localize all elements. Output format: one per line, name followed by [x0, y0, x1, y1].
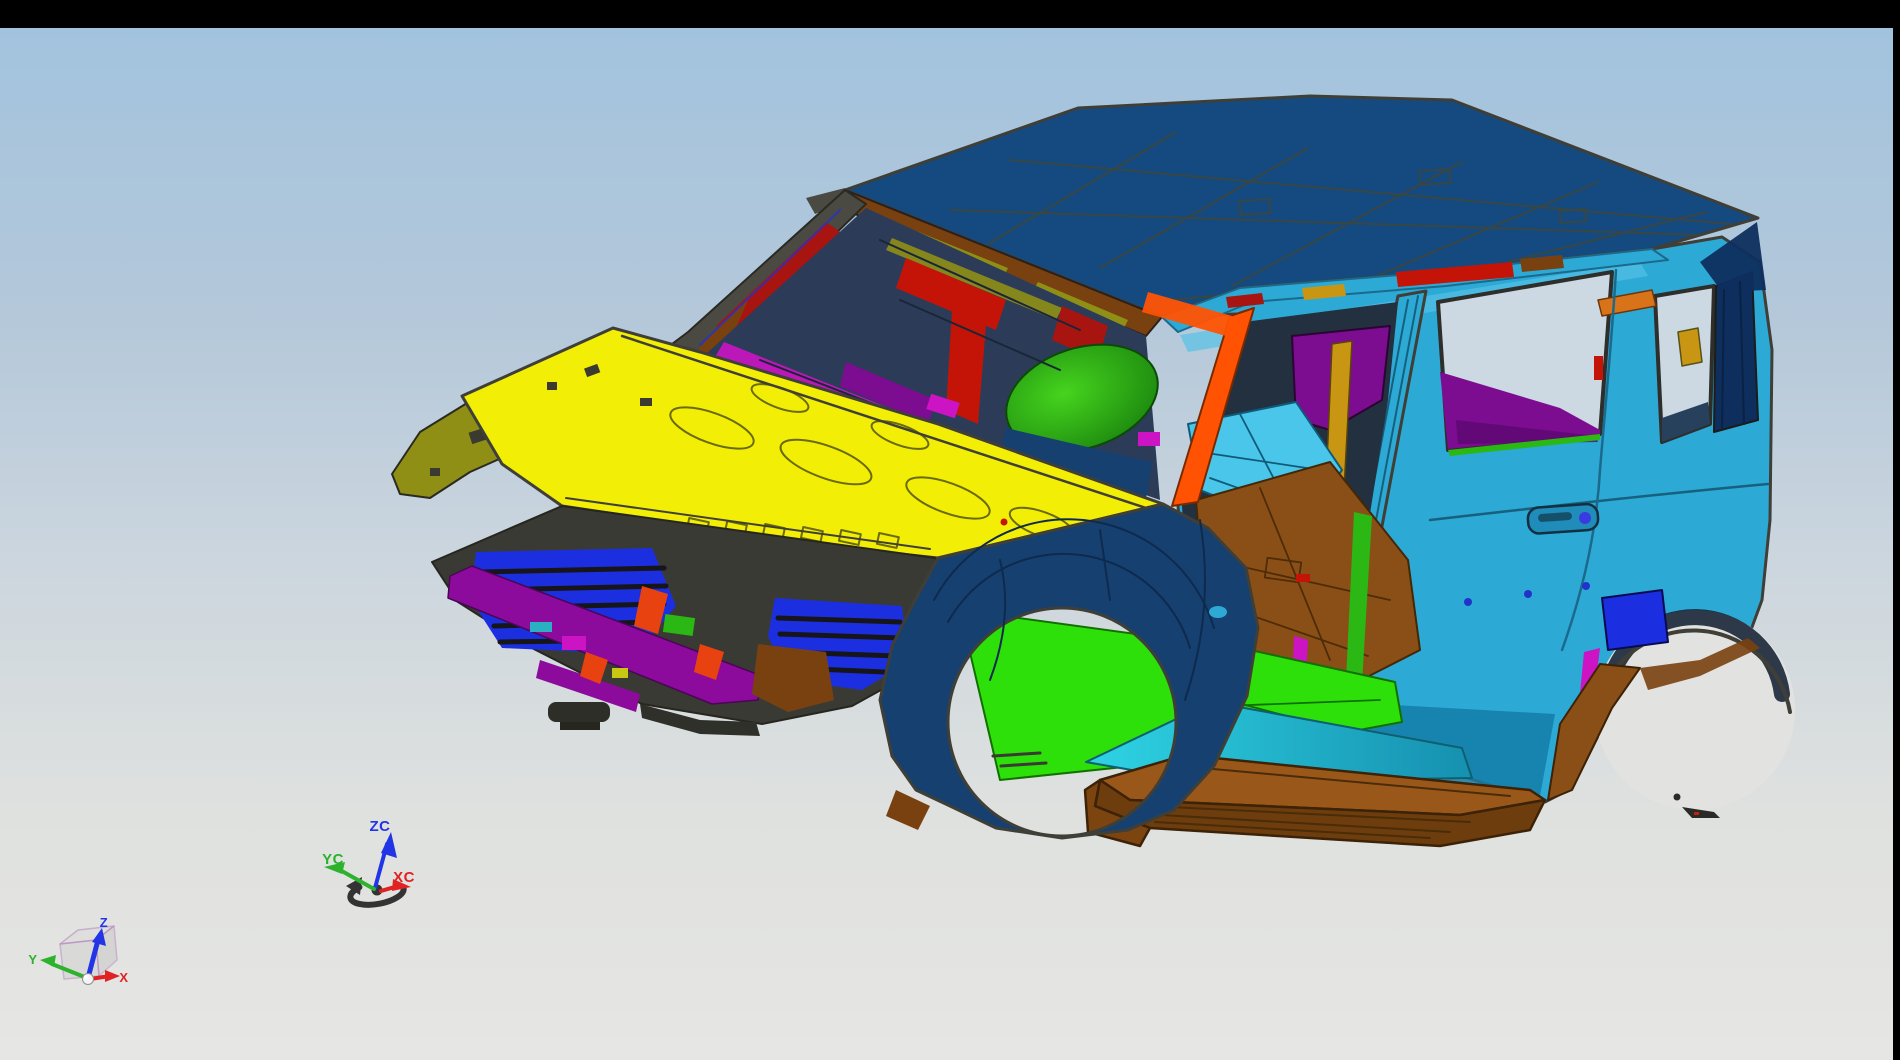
app-window: ZC YC XC Z [0, 0, 1900, 1060]
wcs-y-label: YC [322, 851, 344, 868]
csys-origin-sphere [83, 974, 94, 985]
tow-hook-step [560, 722, 600, 730]
abs-z-label: Z [100, 915, 108, 930]
front-cyan-bit [530, 622, 552, 632]
csys-origin-highlight [84, 975, 88, 979]
tow-hook [548, 702, 610, 722]
wcs-x-label: XC [393, 869, 415, 886]
viewport-3d[interactable]: ZC YC XC Z [0, 28, 1893, 1060]
window-red-bracket [1594, 356, 1603, 380]
floor-red-speck [1296, 574, 1310, 582]
d-pillar-inner[interactable] [1714, 272, 1758, 432]
front-yellow-bit [612, 668, 628, 678]
model-canvas: ZC YC XC Z [0, 28, 1893, 1060]
ws-magenta-bit2 [1138, 432, 1160, 446]
wcs-z-label: ZC [370, 818, 391, 835]
abs-y-label: Y [28, 952, 37, 967]
arch-blue-box[interactable] [1602, 590, 1668, 650]
fender-cyan-oval [1209, 606, 1227, 618]
debris-red-speck [1694, 812, 1699, 815]
front-magenta-bit [562, 636, 586, 650]
rear-door-handle[interactable] [1527, 503, 1599, 534]
quarter-window-gold-bracket[interactable] [1678, 328, 1702, 366]
hood-red-dot [1001, 519, 1008, 526]
abs-x-label: X [119, 970, 128, 985]
